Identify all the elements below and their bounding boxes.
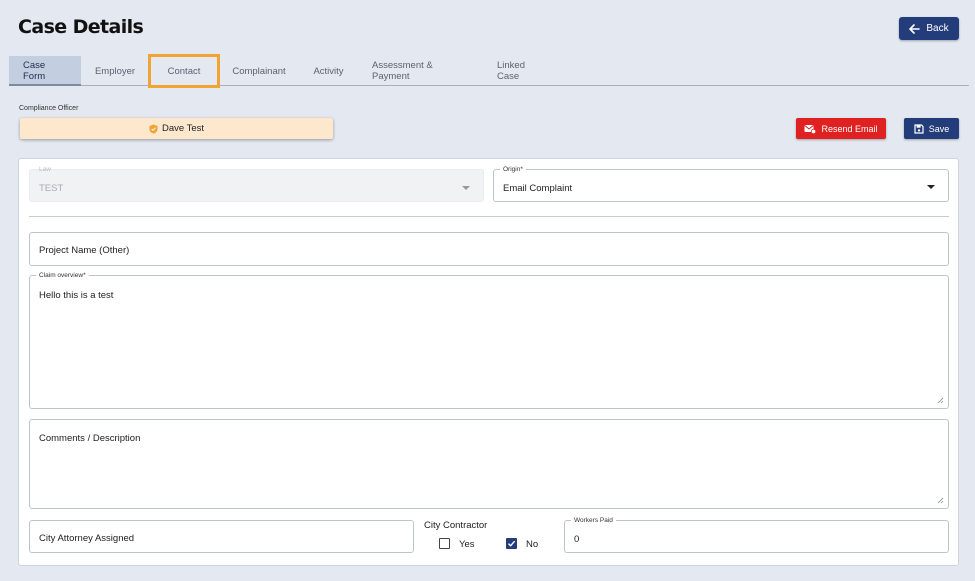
compliance-officer-name: Dave Test: [161, 123, 205, 134]
origin-value: Email Complaint: [503, 183, 573, 194]
workers-paid-value: 0: [574, 534, 580, 545]
tab-bar: Case Form Employer Contact Complainant A…: [9, 54, 561, 88]
city-contractor-label: City Contractor: [424, 520, 488, 531]
law-select[interactable]: Law TEST: [29, 166, 484, 202]
shield-icon: [149, 124, 158, 134]
city-attorney-placeholder: City Attorney Assigned: [39, 533, 135, 544]
tab-assessment-payment[interactable]: Assessment & Payment: [358, 56, 483, 86]
email-icon: [804, 124, 817, 134]
city-contractor-no-checkbox[interactable]: [506, 538, 517, 549]
city-contractor-yes-checkbox[interactable]: [439, 538, 450, 549]
resend-email-button[interactable]: Resend Email: [796, 118, 886, 139]
tab-case-form[interactable]: Case Form: [9, 56, 81, 86]
project-name-placeholder: Project Name (Other): [39, 245, 130, 256]
origin-label: Origin*: [500, 165, 526, 174]
compliance-officer-label: Compliance Officer: [19, 105, 79, 112]
claim-overview-value: Hello this is a test: [39, 290, 114, 301]
save-label: Save: [928, 123, 950, 134]
tab-complainant[interactable]: Complainant: [219, 56, 299, 86]
back-button-label: Back: [926, 23, 949, 34]
workers-paid-input[interactable]: Workers Paid 0: [564, 516, 949, 553]
tab-employer[interactable]: Employer: [81, 56, 149, 86]
chevron-down-icon: [927, 185, 935, 189]
city-contractor-yes-label: Yes: [459, 539, 475, 550]
workers-paid-label: Workers Paid: [571, 516, 616, 525]
city-contractor-no-label: No: [526, 539, 539, 550]
page-title: Case Details: [18, 16, 144, 38]
checkmark-icon: [508, 540, 516, 547]
claim-overview-label: Claim overview*: [36, 271, 89, 280]
city-attorney-input[interactable]: City Attorney Assigned: [29, 520, 414, 553]
tab-linked-case[interactable]: Linked Case: [483, 56, 561, 86]
tab-contact[interactable]: Contact: [148, 54, 220, 88]
compliance-officer-badge[interactable]: Dave Test: [20, 118, 333, 139]
floppy-disk-icon: [914, 123, 924, 134]
comments-placeholder: Comments / Description: [39, 433, 141, 444]
resize-handle-icon[interactable]: [936, 496, 944, 504]
back-button[interactable]: Back: [899, 17, 959, 40]
law-value: TEST: [39, 183, 64, 194]
chevron-down-icon: [462, 186, 470, 190]
tab-activity[interactable]: Activity: [299, 56, 358, 86]
form-divider: [29, 216, 949, 217]
save-button[interactable]: Save: [904, 118, 959, 139]
origin-select[interactable]: Origin* Email Complaint: [493, 165, 949, 202]
arrow-left-icon: [909, 23, 921, 34]
resend-email-label: Resend Email: [821, 123, 878, 134]
resize-handle-icon[interactable]: [936, 396, 944, 404]
project-name-input[interactable]: Project Name (Other): [29, 232, 949, 266]
claim-overview-textarea[interactable]: Claim overview* Hello this is a test: [29, 271, 949, 409]
law-label: Law: [39, 166, 51, 173]
comments-textarea[interactable]: Comments / Description: [29, 419, 949, 509]
